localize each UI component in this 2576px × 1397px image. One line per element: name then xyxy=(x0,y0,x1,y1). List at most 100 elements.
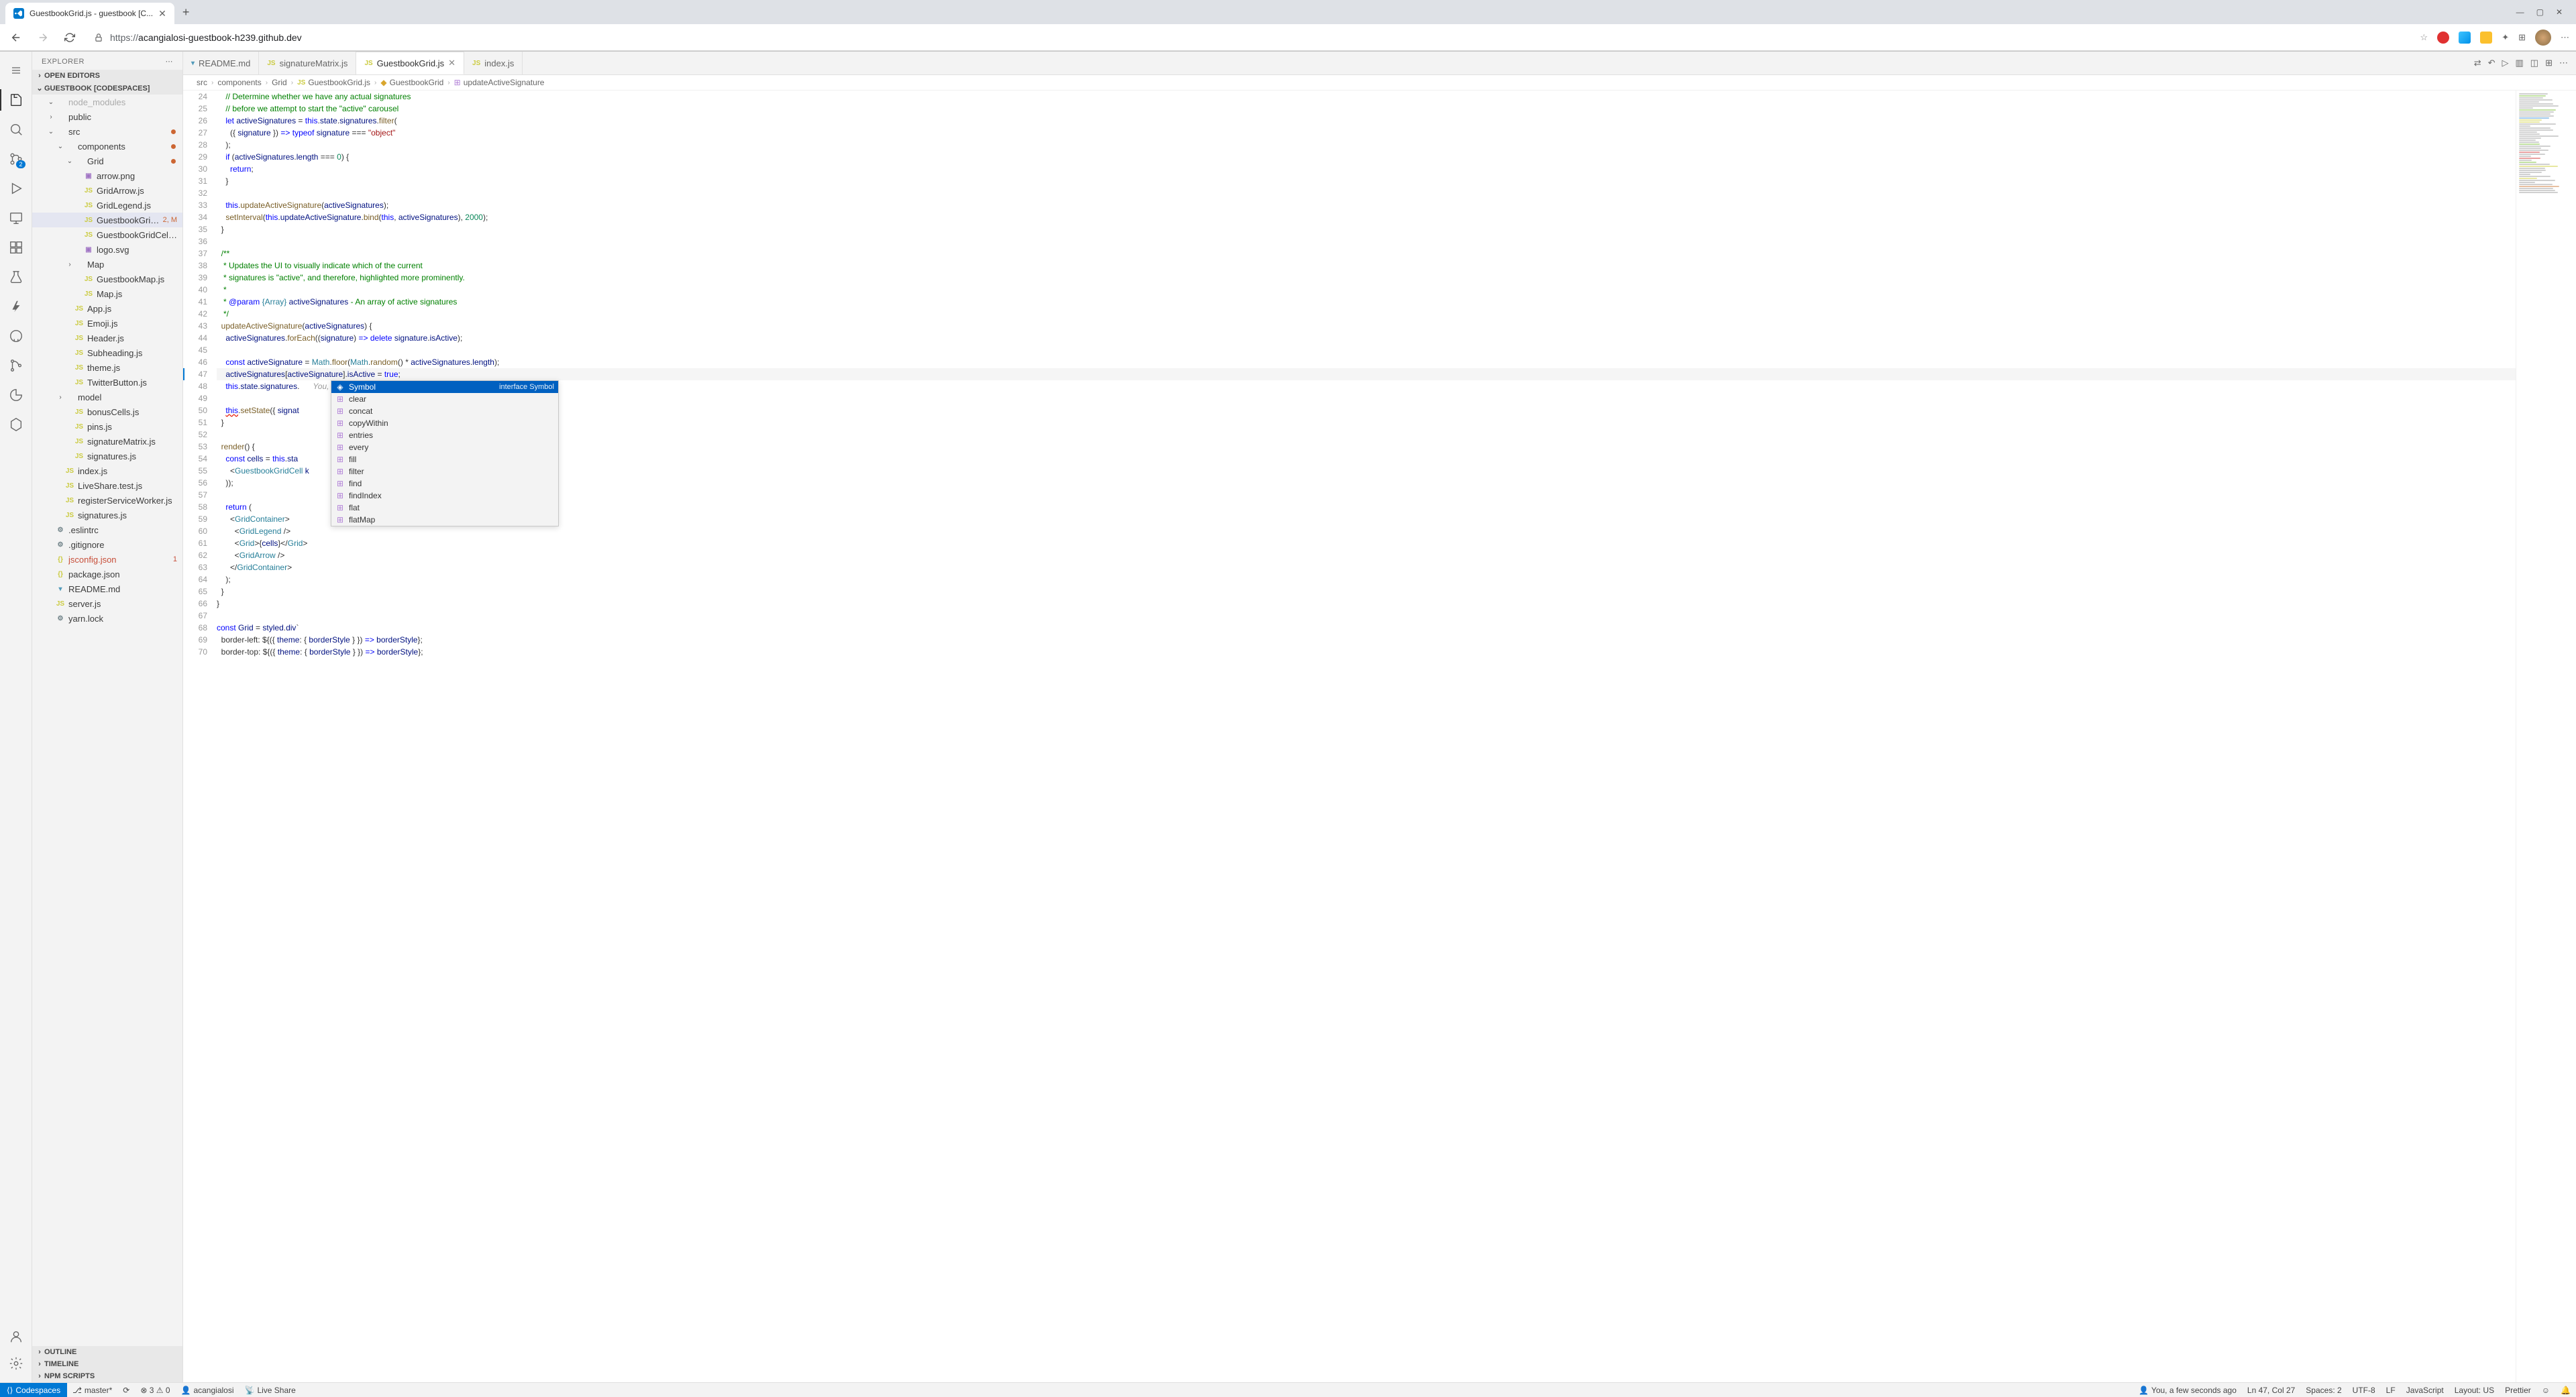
preview-icon[interactable]: ◫ xyxy=(2530,58,2538,68)
suggest-widget[interactable]: ◈Symbolinterface Symbol⊞clear⊞concat⊞cop… xyxy=(331,380,559,526)
status-liveshare[interactable]: 📡 Live Share xyxy=(239,1383,301,1397)
tree-item[interactable]: JSsignatureMatrix.js xyxy=(32,434,182,449)
tree-item[interactable]: JSMap.js xyxy=(32,286,182,301)
tree-item[interactable]: ⌄Grid xyxy=(32,154,182,168)
tree-item[interactable]: JSGuestbookGrid.js2, M xyxy=(32,213,182,227)
maximize-button[interactable]: ▢ xyxy=(2536,7,2544,17)
status-eol[interactable]: LF xyxy=(2381,1383,2401,1397)
timeline-header[interactable]: ›TIMELINE xyxy=(32,1358,182,1370)
tree-item[interactable]: JSregisterServiceWorker.js xyxy=(32,493,182,508)
status-codespaces[interactable]: ⟨⟩ Codespaces xyxy=(0,1383,67,1397)
suggest-item[interactable]: ⊞findIndex xyxy=(331,490,558,502)
close-window-button[interactable]: ✕ xyxy=(2556,7,2563,17)
menu-icon[interactable] xyxy=(0,57,32,84)
status-prettier[interactable]: Prettier xyxy=(2500,1383,2536,1397)
git-graph-icon[interactable] xyxy=(0,352,32,379)
run-debug-icon[interactable] xyxy=(0,175,32,202)
github-icon[interactable] xyxy=(0,323,32,349)
outline-header[interactable]: ›OUTLINE xyxy=(32,1346,182,1358)
status-encoding[interactable]: UTF-8 xyxy=(2347,1383,2381,1397)
npm-scripts-header[interactable]: ›NPM SCRIPTS xyxy=(32,1370,182,1382)
suggest-item[interactable]: ◈Symbolinterface Symbol xyxy=(331,381,558,393)
extensions-icon[interactable] xyxy=(0,234,32,261)
tree-item[interactable]: ⌄components xyxy=(32,139,182,154)
more-icon[interactable]: ⋯ xyxy=(2559,58,2568,68)
breadcrumb-item[interactable]: src xyxy=(197,78,207,87)
tree-item[interactable]: JSGridLegend.js xyxy=(32,198,182,213)
breadcrumb-item[interactable]: components xyxy=(217,78,261,87)
tree-item[interactable]: JSpins.js xyxy=(32,419,182,434)
minimize-button[interactable]: — xyxy=(2516,7,2524,17)
status-feedback[interactable]: ☺ xyxy=(2536,1383,2555,1397)
status-blame[interactable]: 👤 You, a few seconds ago xyxy=(2133,1383,2242,1397)
tree-item[interactable]: ›Map xyxy=(32,257,182,272)
collections-icon[interactable]: ⊞ xyxy=(2518,32,2526,43)
tree-item[interactable]: JSGuestbookMap.js xyxy=(32,272,182,286)
tree-item[interactable]: ›model xyxy=(32,390,182,404)
suggest-item[interactable]: ⊞fill xyxy=(331,453,558,465)
tree-item[interactable]: JSEmoji.js xyxy=(32,316,182,331)
profile-avatar[interactable] xyxy=(2535,30,2551,46)
ext-1-icon[interactable] xyxy=(2437,32,2449,44)
tree-item[interactable]: JSSubheading.js xyxy=(32,345,182,360)
testing-icon[interactable] xyxy=(0,264,32,290)
browser-menu-icon[interactable]: ⋯ xyxy=(2561,32,2569,43)
url-field[interactable]: https://acangialosi-guestbook-h239.githu… xyxy=(87,32,2412,43)
breadcrumbs[interactable]: src›components›Grid›JSGuestbookGrid.js›◆… xyxy=(183,75,2576,91)
tree-item[interactable]: ⚙yarn.lock xyxy=(32,611,182,626)
account-icon[interactable] xyxy=(0,1323,32,1350)
suggest-item[interactable]: ⊞filter xyxy=(331,465,558,478)
tree-item[interactable]: JStheme.js xyxy=(32,360,182,375)
status-cursor[interactable]: Ln 47, Col 27 xyxy=(2242,1383,2300,1397)
suggest-item[interactable]: ⊞copyWithin xyxy=(331,417,558,429)
tree-item[interactable]: ⌄node_modules xyxy=(32,95,182,109)
workspace-header[interactable]: ⌄GUESTBOOK [CODESPACES] xyxy=(32,82,182,95)
file-tree[interactable]: ⌄node_modules›public⌄src⌄components⌄Grid… xyxy=(32,95,182,1346)
undo-icon[interactable]: ↶ xyxy=(2488,58,2496,68)
favorite-icon[interactable]: ☆ xyxy=(2420,32,2428,43)
suggest-item[interactable]: ⊞flatMap xyxy=(331,514,558,526)
tree-item[interactable]: JSsignatures.js xyxy=(32,449,182,463)
sidebar-more-icon[interactable]: ⋯ xyxy=(166,57,174,66)
editor-body[interactable]: 2425262728293031323334353637383940414243… xyxy=(183,91,2576,1382)
suggest-item[interactable]: ⊞flat xyxy=(331,502,558,514)
code-content[interactable]: // Determine whether we have any actual … xyxy=(217,91,2516,1382)
breadcrumb-item[interactable]: Grid xyxy=(272,78,287,87)
editor-tab[interactable]: ▾README.md xyxy=(183,52,259,74)
status-spaces[interactable]: Spaces: 2 xyxy=(2300,1383,2347,1397)
tree-item[interactable]: ▾README.md xyxy=(32,581,182,596)
suggest-item[interactable]: ⊞entries xyxy=(331,429,558,441)
status-lang[interactable]: JavaScript xyxy=(2401,1383,2449,1397)
tree-item[interactable]: JSbonusCells.js xyxy=(32,404,182,419)
codespaces-hex-icon[interactable] xyxy=(0,411,32,438)
status-layout[interactable]: Layout: US xyxy=(2449,1383,2500,1397)
suggest-item[interactable]: ⊞concat xyxy=(331,405,558,417)
tree-item[interactable]: ⌄src xyxy=(32,124,182,139)
search-icon[interactable] xyxy=(0,116,32,143)
favorites-star-icon[interactable]: ✦ xyxy=(2502,32,2509,43)
liveshare-icon[interactable] xyxy=(0,382,32,408)
tree-item[interactable]: ⚙.gitignore xyxy=(32,537,182,552)
split-icon[interactable]: ▥ xyxy=(2516,58,2524,68)
status-bell[interactable]: 🔔 xyxy=(2555,1383,2576,1397)
tree-item[interactable]: JSLiveShare.test.js xyxy=(32,478,182,493)
minimap[interactable] xyxy=(2516,91,2576,1382)
status-user[interactable]: 👤 acangialosi xyxy=(176,1383,239,1397)
editor-tab[interactable]: JSGuestbookGrid.js✕ xyxy=(356,52,464,74)
tree-item[interactable]: JSApp.js xyxy=(32,301,182,316)
forward-button[interactable] xyxy=(34,28,52,47)
remote-explorer-icon[interactable] xyxy=(0,205,32,231)
back-button[interactable] xyxy=(7,28,25,47)
editor-tab[interactable]: JSindex.js xyxy=(464,52,523,74)
breadcrumb-item[interactable]: ◆GuestbookGrid xyxy=(380,78,443,87)
refresh-button[interactable] xyxy=(60,28,79,47)
compare-icon[interactable]: ⇄ xyxy=(2474,58,2481,68)
tree-item[interactable]: JSserver.js xyxy=(32,596,182,611)
editor-tab[interactable]: JSsignatureMatrix.js xyxy=(259,52,356,74)
tree-item[interactable]: JSGuestbookGridCell.js xyxy=(32,227,182,242)
tree-item[interactable]: ⚙.eslintrc xyxy=(32,522,182,537)
tree-item[interactable]: JSGridArrow.js xyxy=(32,183,182,198)
new-tab-button[interactable]: + xyxy=(177,5,195,19)
status-branch[interactable]: ⎇ master* xyxy=(67,1383,117,1397)
suggest-item[interactable]: ⊞every xyxy=(331,441,558,453)
